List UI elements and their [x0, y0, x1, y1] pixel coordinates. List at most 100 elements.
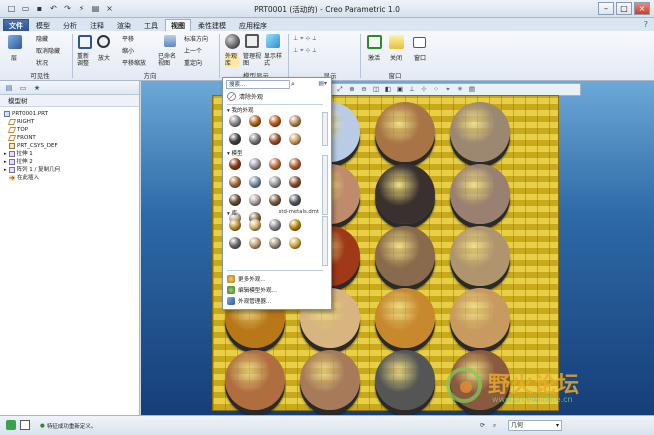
- appearance-swatch[interactable]: [249, 194, 261, 206]
- edit-model-appearances-item[interactable]: 编辑模型外观...: [227, 286, 277, 294]
- appearance-swatch[interactable]: [229, 219, 241, 231]
- status-window-icon[interactable]: [20, 420, 30, 430]
- appearance-disc[interactable]: [450, 102, 510, 162]
- search-icon[interactable]: ⌕: [291, 80, 295, 89]
- appearance-swatch[interactable]: [229, 176, 241, 188]
- regen-icon[interactable]: ⟳: [478, 421, 487, 430]
- display-style-icon[interactable]: ◧: [383, 85, 393, 94]
- model-tree-icon[interactable]: ▤: [4, 83, 14, 93]
- tree-item-extrude-1[interactable]: ▸ 拉伸 1: [4, 150, 139, 158]
- appearance-swatch[interactable]: [269, 194, 281, 206]
- tab-applications[interactable]: 应用程序: [233, 19, 273, 31]
- appearance-disc[interactable]: [375, 288, 435, 348]
- appearance-disc[interactable]: [375, 350, 435, 410]
- gallery-options-icon[interactable]: ▤▾: [318, 80, 327, 87]
- zoom-in-icon[interactable]: [97, 35, 110, 48]
- appearance-swatch[interactable]: [229, 237, 241, 249]
- appearance-swatch[interactable]: [249, 237, 261, 249]
- tree-item-insert-here[interactable]: ➔ 在此插入: [4, 174, 139, 182]
- appearance-swatch[interactable]: [249, 158, 261, 170]
- zoom-out-button[interactable]: 缩小: [122, 46, 134, 55]
- clear-appearance-button[interactable]: 清除外观: [227, 92, 263, 101]
- appearance-swatch[interactable]: [289, 115, 301, 127]
- expand-icon[interactable]: ▸: [4, 150, 7, 158]
- scrollbar[interactable]: [322, 216, 328, 266]
- appearance-swatch[interactable]: [229, 158, 241, 170]
- hide-button[interactable]: 隐藏: [36, 34, 48, 43]
- appearance-disc[interactable]: [450, 164, 510, 224]
- appearance-swatch[interactable]: [289, 194, 301, 206]
- tab-view[interactable]: 视图: [165, 19, 191, 31]
- appearance-disc[interactable]: [450, 226, 510, 286]
- named-views-icon[interactable]: [164, 35, 176, 47]
- appearance-swatch[interactable]: [269, 158, 281, 170]
- refit-icon[interactable]: [78, 35, 92, 49]
- appearance-swatch[interactable]: [269, 237, 281, 249]
- scrollbar[interactable]: [322, 112, 328, 146]
- appearance-disc[interactable]: [375, 226, 435, 286]
- previous-button[interactable]: 上一个: [184, 46, 202, 55]
- close-button[interactable]: ×: [634, 2, 650, 15]
- appearance-swatch[interactable]: [269, 115, 281, 127]
- tree-item-top[interactable]: TOP: [4, 126, 139, 134]
- activate-icon[interactable]: [367, 35, 382, 49]
- appearance-swatch[interactable]: [249, 133, 261, 145]
- appearance-swatch[interactable]: [249, 219, 261, 231]
- tree-item-right[interactable]: RIGHT: [4, 118, 139, 126]
- annotations-icon[interactable]: ▤: [467, 85, 477, 94]
- tree-item-front[interactable]: FRONT: [4, 134, 139, 142]
- tree-item-extrude-2[interactable]: ▸ 拉伸 2: [4, 158, 139, 166]
- datum-points-icon[interactable]: ⁘: [431, 85, 441, 94]
- tab-annotate[interactable]: 注释: [84, 19, 110, 31]
- status-toggle-icon[interactable]: [6, 420, 16, 430]
- appearance-swatch[interactable]: [269, 176, 281, 188]
- appearance-disc[interactable]: [375, 102, 435, 162]
- selection-filter-select[interactable]: 几何 ▾: [508, 420, 562, 431]
- tree-item-pattern-1[interactable]: ▸ 阵列 1 / 复制几何: [4, 166, 139, 174]
- zoom-in-icon[interactable]: ⊕: [347, 85, 357, 94]
- expand-icon[interactable]: ▸: [4, 166, 7, 174]
- scrollbar[interactable]: [322, 155, 328, 215]
- tab-render[interactable]: 渲染: [111, 19, 137, 31]
- repaint-icon[interactable]: ◫: [371, 85, 381, 94]
- appearance-swatch[interactable]: [289, 158, 301, 170]
- appearance-swatch[interactable]: [249, 176, 261, 188]
- appearance-swatch[interactable]: [289, 176, 301, 188]
- tab-analysis[interactable]: 分析: [57, 19, 83, 31]
- more-appearances-item[interactable]: 更多外观...: [227, 275, 266, 283]
- zoom-out-icon[interactable]: ⊖: [359, 85, 369, 94]
- favorites-icon[interactable]: ★: [32, 83, 42, 93]
- tab-tools[interactable]: 工具: [138, 19, 164, 31]
- refit-icon[interactable]: ⤢: [335, 85, 345, 94]
- appearance-swatch[interactable]: [229, 194, 241, 206]
- find-icon[interactable]: ⌕: [490, 421, 499, 430]
- manage-views-icon[interactable]: [245, 34, 259, 48]
- tab-model[interactable]: 模型: [30, 19, 56, 31]
- maximize-button[interactable]: □: [616, 2, 632, 15]
- datum-display-toggles[interactable]: ⊥ ⌖ ⊹ ⟂: [293, 35, 316, 43]
- help-icon[interactable]: ?: [644, 20, 648, 29]
- appearance-swatch[interactable]: [289, 237, 301, 249]
- layers-icon[interactable]: [8, 35, 22, 49]
- standard-orientation-button[interactable]: 标准方向: [184, 34, 208, 43]
- pan-button[interactable]: 平移: [122, 34, 134, 43]
- csys-icon[interactable]: ⌖: [443, 85, 453, 94]
- library-source[interactable]: std-metals.dmt: [279, 209, 319, 215]
- tab-file[interactable]: 文件: [3, 19, 29, 31]
- tree-item-part[interactable]: PRT0001.PRT: [4, 110, 139, 118]
- appearance-swatch[interactable]: [229, 115, 241, 127]
- section-my-appearances[interactable]: ▾ 我的外观: [227, 106, 254, 114]
- datum-axes-icon[interactable]: ⊹: [419, 85, 429, 94]
- expand-icon[interactable]: ▸: [4, 158, 7, 166]
- appearance-disc[interactable]: [225, 350, 285, 410]
- search-input[interactable]: 搜索...: [226, 80, 290, 89]
- close-window-icon[interactable]: [389, 35, 404, 49]
- reorient-button[interactable]: 重定向: [184, 58, 202, 67]
- datum-planes-icon[interactable]: ⊥: [407, 85, 417, 94]
- appearance-swatch[interactable]: [289, 219, 301, 231]
- appearance-disc[interactable]: [300, 350, 360, 410]
- windows-icon[interactable]: [413, 37, 426, 48]
- appearance-swatch[interactable]: [229, 133, 241, 145]
- pan-zoom-button[interactable]: 平移缩放: [122, 58, 146, 67]
- spin-center-icon[interactable]: ✳: [455, 85, 465, 94]
